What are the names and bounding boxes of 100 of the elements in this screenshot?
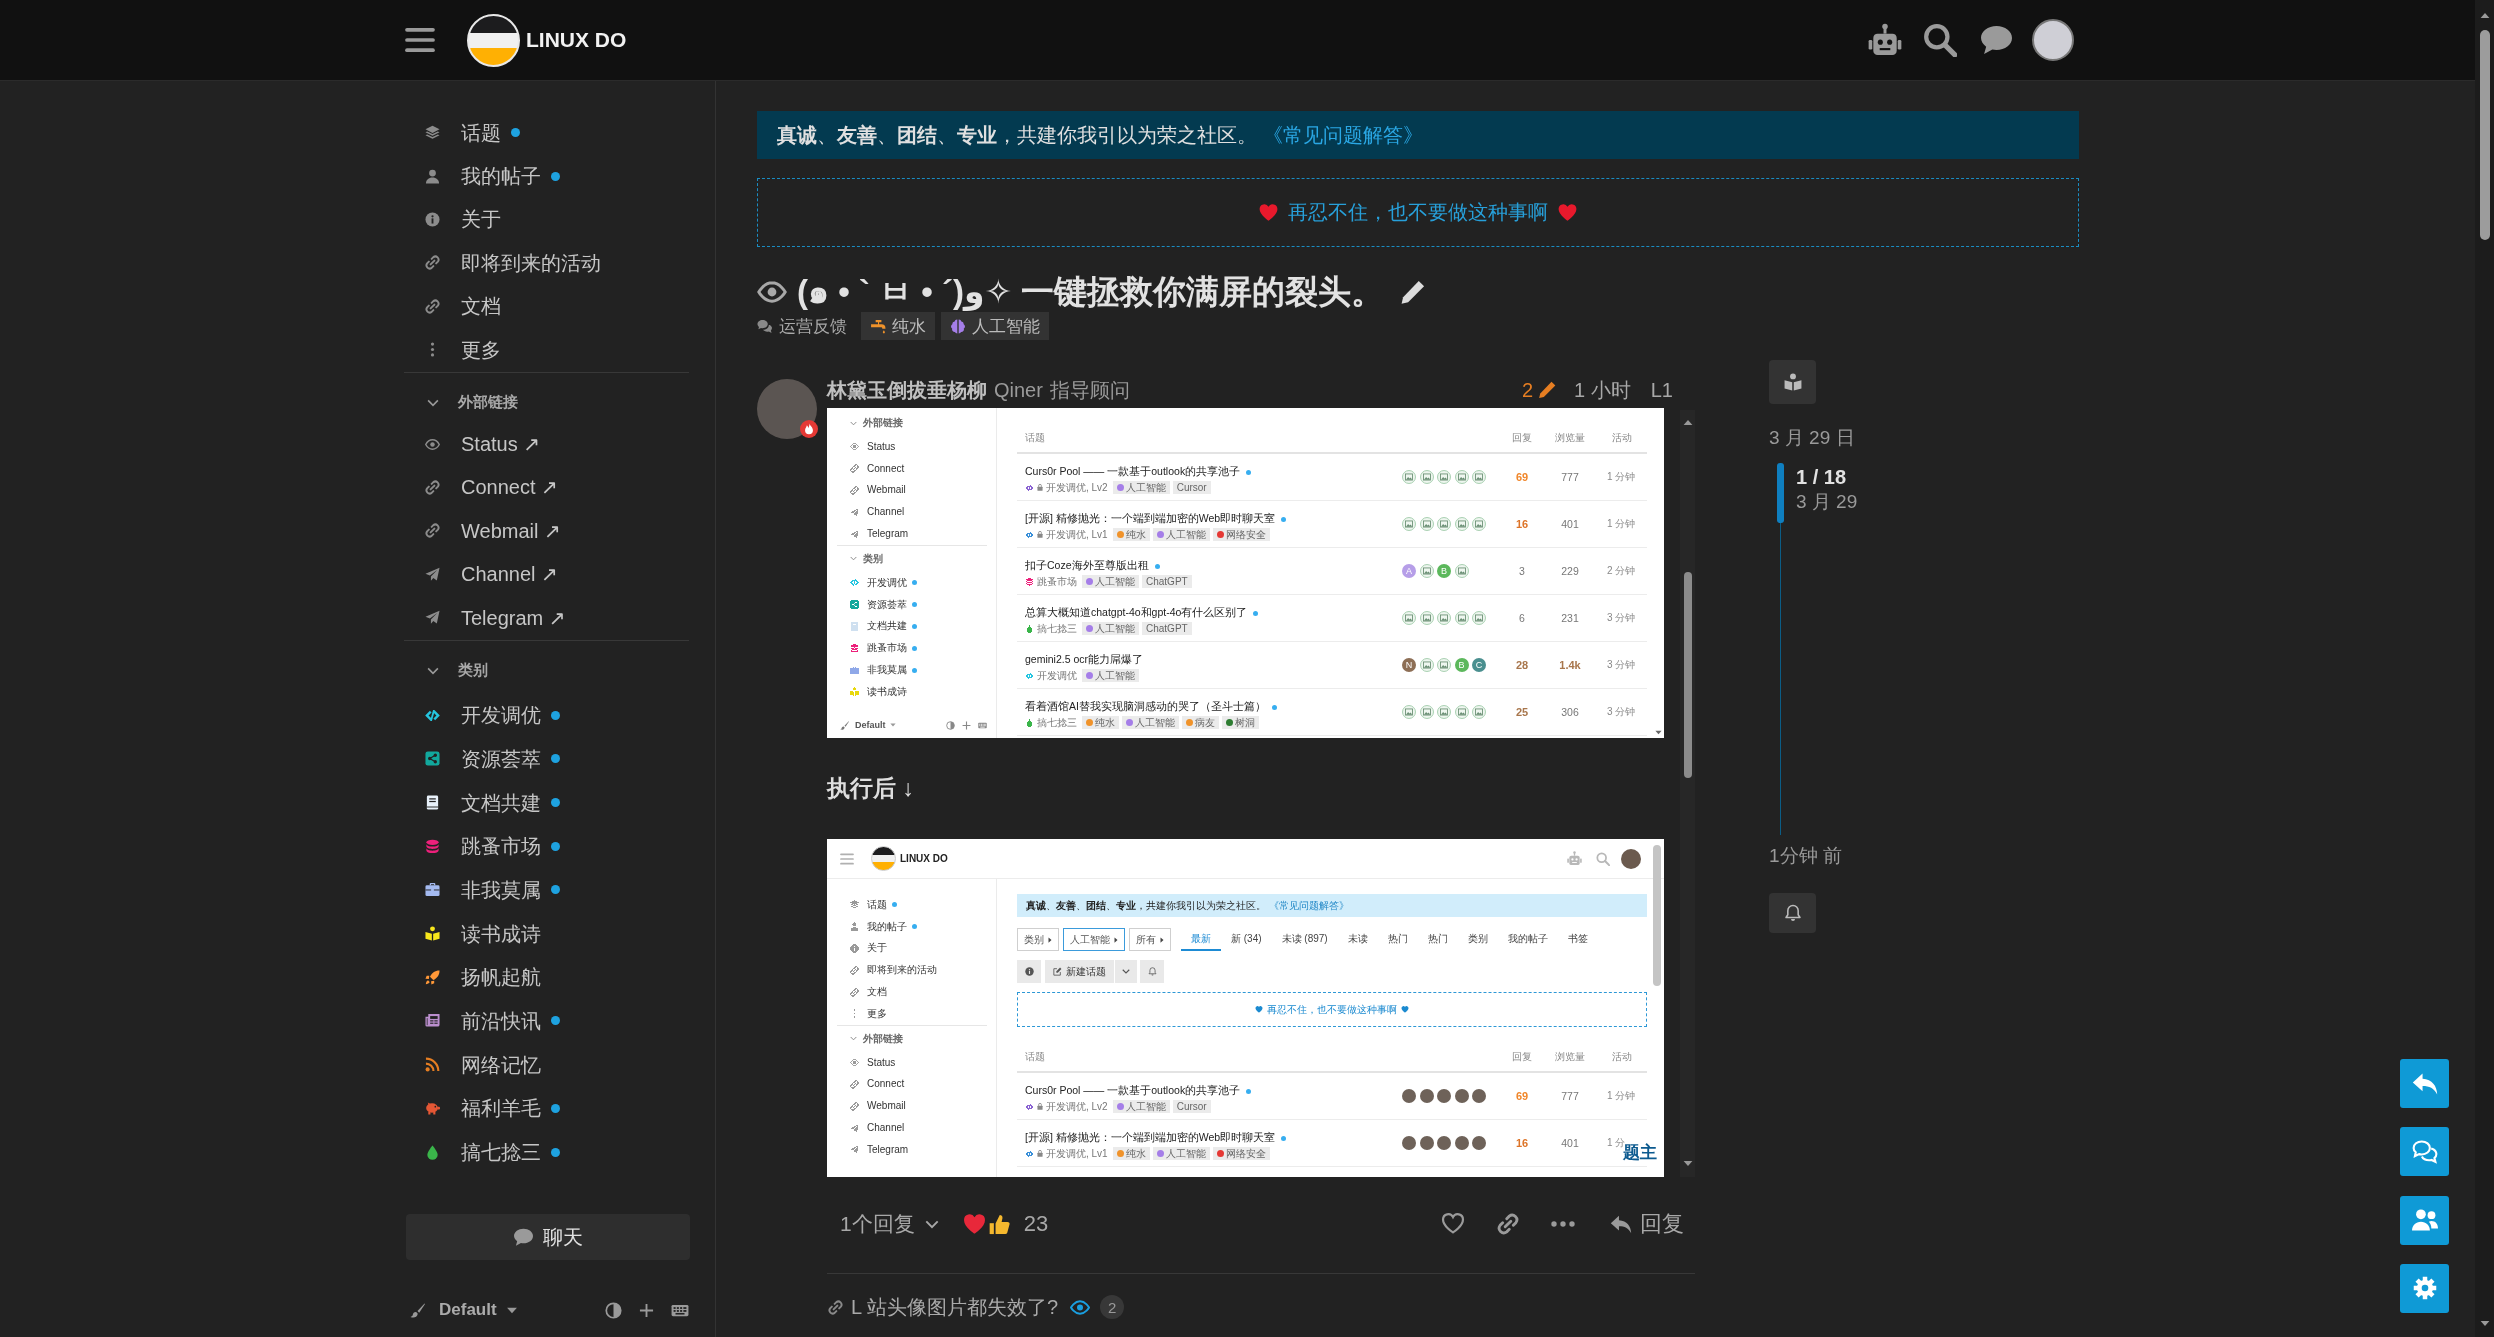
image-icon: [1437, 705, 1451, 719]
more-icon[interactable]: [1551, 1221, 1575, 1227]
search-icon[interactable]: [1923, 23, 1957, 57]
contrast-icon[interactable]: [605, 1301, 622, 1319]
image-icon: [1437, 517, 1451, 531]
sidebar-link[interactable]: 文档: [425, 294, 501, 319]
sidebar-link[interactable]: 网络记忆: [425, 1052, 541, 1077]
logo-icon[interactable]: [467, 13, 520, 67]
sidebar-link[interactable]: 福利羊毛: [425, 1096, 541, 1121]
settings-button[interactable]: [2400, 1263, 2449, 1313]
heart-icon[interactable]: [1441, 1213, 1465, 1235]
sidebar-link[interactable]: Webmail ↗: [425, 518, 561, 543]
sidebar-link[interactable]: Channel ↗: [425, 562, 558, 587]
sidebar-link[interactable]: 关于: [425, 207, 501, 232]
paper-plane-icon: [425, 610, 440, 626]
click-count: 2: [1100, 1295, 1125, 1319]
sidebar-link[interactable]: 更多: [425, 337, 501, 362]
nav-label: 最新: [1181, 928, 1221, 951]
link-icon: [425, 523, 440, 539]
letter-avatar: B: [1437, 564, 1451, 578]
reply-count: 16: [1514, 1137, 1530, 1149]
caret-down-icon[interactable]: [2479, 1320, 2490, 1327]
pencil-icon[interactable]: [1400, 279, 1426, 305]
category-link[interactable]: 运营反馈: [757, 314, 847, 338]
post-age[interactable]: 1 小时: [1574, 376, 1631, 404]
caret-up-icon[interactable]: [2479, 12, 2490, 19]
post-number: L1: [1650, 378, 1673, 402]
reactions-button[interactable]: 23: [962, 1211, 1049, 1237]
avatar: [1454, 1136, 1469, 1150]
sidebar-label: 即将到来的活动: [867, 964, 937, 977]
scroll-thumb[interactable]: [2479, 30, 2490, 240]
activity-time: 1 分钟: [1606, 1089, 1637, 1103]
image-icon: [1454, 611, 1469, 625]
sidebar-link[interactable]: 我的帖子: [425, 164, 541, 189]
tag-label: 纯水: [1125, 1147, 1146, 1160]
sidebar-link[interactable]: 文档共建: [425, 790, 541, 815]
sidebar-label: 资源荟萃: [867, 598, 907, 611]
notification-button[interactable]: [1769, 893, 1816, 933]
sidebar-link[interactable]: Status ↗: [425, 432, 540, 457]
reply-button[interactable]: 回复: [1610, 1209, 1684, 1239]
edit-icon: [1053, 967, 1062, 976]
timeline-end-date[interactable]: 1分钟 前: [1769, 844, 1842, 868]
image-icon: [1454, 517, 1469, 531]
reply-button[interactable]: [2400, 1059, 2449, 1108]
username[interactable]: 林黛玉倒拔垂杨柳: [827, 376, 987, 404]
link-icon[interactable]: [1496, 1213, 1520, 1235]
theme-selector[interactable]: Default: [410, 1300, 518, 1321]
sidebar-link[interactable]: 非我莫属: [425, 877, 541, 902]
chat-button[interactable]: [2400, 1127, 2449, 1177]
column-header: 回复: [1511, 1049, 1533, 1064]
caret-up-icon[interactable]: [1682, 419, 1693, 426]
section-toggle[interactable]: 外部链接: [404, 373, 689, 423]
nav-label: 书签: [1566, 931, 1589, 946]
faq-text: 《常见问题解答》: [1269, 898, 1349, 913]
sidebar-link[interactable]: 前沿快讯: [425, 1008, 541, 1033]
sidebar-label: 更多: [867, 1007, 887, 1020]
caret-down-icon[interactable]: [1682, 1160, 1693, 1167]
avatar: [1437, 1136, 1451, 1150]
letter-avatar: N: [1402, 658, 1416, 672]
timeline-start-date[interactable]: 3 月 29 日: [1769, 426, 1855, 450]
users-button[interactable]: [2400, 1195, 2449, 1245]
op-label: 题主: [1623, 1144, 1657, 1162]
sidebar-link[interactable]: 扬帆起航: [425, 965, 541, 990]
section-toggle[interactable]: 类别: [404, 641, 689, 691]
replies-toggle[interactable]: 1个回复: [840, 1210, 939, 1238]
sidebar-link[interactable]: Telegram ↗: [425, 605, 566, 630]
topic-map-button[interactable]: [1769, 360, 1816, 404]
faq-link[interactable]: 《常见问题解答》: [1263, 121, 1423, 149]
scrollbar[interactable]: [2475, 0, 2494, 1337]
timeline-track[interactable]: [1780, 523, 1781, 835]
tag-label: 人工智能: [1125, 481, 1166, 494]
sidebar-link[interactable]: 跳蚤市场: [425, 834, 541, 859]
tag[interactable]: 纯水: [861, 312, 935, 340]
column-header: 话题: [1024, 1049, 1046, 1064]
pencil-icon: [1538, 381, 1557, 399]
sidebar-link[interactable]: 话题: [425, 120, 501, 145]
sidebar-link[interactable]: 即将到来的活动: [425, 250, 601, 275]
plus-icon[interactable]: [639, 1302, 654, 1318]
site-name[interactable]: LINUX DO: [526, 28, 627, 52]
sidebar-link[interactable]: Connect ↗: [425, 475, 558, 500]
keyboard-icon[interactable]: [671, 1303, 689, 1317]
letter-avatar: A: [1402, 564, 1416, 578]
category-name: 开发调优, Lv2: [1046, 1099, 1108, 1114]
scrollbar[interactable]: [1680, 410, 1695, 1177]
timeline-handle[interactable]: [1777, 463, 1784, 523]
edit-history-button[interactable]: 2: [1521, 378, 1557, 402]
sidebar-link[interactable]: 读书成诗: [425, 921, 541, 946]
avatar[interactable]: [2032, 19, 2074, 61]
chat-button[interactable]: 聊天: [406, 1214, 690, 1261]
sidebar-link[interactable]: 开发调优: [425, 703, 541, 728]
caret-down-icon: [889, 723, 896, 727]
linked-topic[interactable]: L 站头像图片都失效了?: [851, 1293, 1059, 1321]
tag[interactable]: 人工智能: [941, 312, 1049, 340]
bell-icon: [1783, 904, 1802, 922]
topic-title: Curs0r Pool —— 一款基于outlook的共享池子: [1025, 465, 1241, 479]
menu-icon[interactable]: [405, 27, 435, 53]
scroll-thumb[interactable]: [1683, 572, 1692, 778]
sidebar-link[interactable]: 资源荟萃: [425, 746, 541, 771]
sidebar-link[interactable]: 搞七捻三: [425, 1140, 541, 1164]
chat-icon[interactable]: [1979, 24, 2014, 56]
